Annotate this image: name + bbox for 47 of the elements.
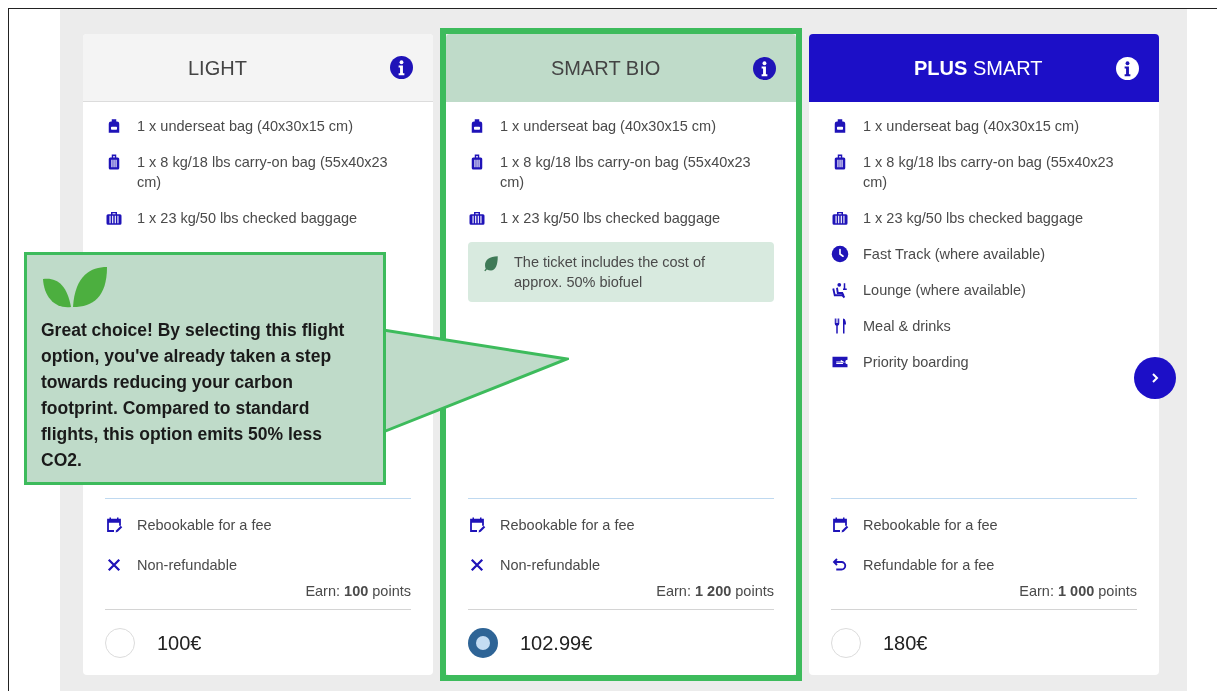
points-text: Earn: 1 000 points [1019, 582, 1137, 602]
condition-text: Rebookable for a fee [863, 516, 998, 536]
price-text: 102.99€ [520, 630, 593, 656]
info-icon[interactable] [753, 56, 776, 80]
leaves-icon [41, 267, 109, 309]
fare-title: PLUS SMART [914, 56, 1043, 81]
info-icon[interactable] [390, 56, 413, 79]
leaf-icon [482, 254, 500, 272]
condition-text: Rebookable for a fee [500, 516, 635, 536]
feature-text: 1 x 23 kg/50 lbs checked baggage [137, 209, 358, 228]
condition-text: Non-refundable [137, 556, 237, 576]
points-text: Earn: 100 points [305, 582, 411, 602]
feature-text: 1 x underseat bag (40x30x15 cm) [500, 117, 716, 136]
feature-text: 1 x 8 kg/18 lbs carry-on bag (55x40x23 cm) [500, 153, 752, 192]
luggage-icon [468, 209, 486, 227]
feature-text: 1 x underseat bag (40x30x15 cm) [863, 117, 1079, 136]
luggage-icon [831, 209, 849, 227]
feature-text: Lounge (where available) [863, 281, 1026, 300]
feature-text: Meal & drinks [863, 317, 951, 336]
fare-card[interactable] [809, 34, 1159, 675]
calendar-edit-icon [831, 516, 849, 535]
radio-button[interactable] [105, 627, 135, 658]
fare-title: LIGHT [188, 55, 247, 81]
condition-text: Non-refundable [500, 556, 600, 576]
calendar-edit-icon [105, 516, 123, 535]
info-icon[interactable] [1116, 56, 1139, 80]
feature-text: 1 x 8 kg/18 lbs carry-on bag (55x40x23 cm) [863, 153, 1115, 192]
note-text: The ticket includes the cost of approx. 50% biofuel [514, 253, 706, 292]
chevron-right-icon [1149, 372, 1161, 384]
feature-text: 1 x 23 kg/50 lbs checked baggage [863, 209, 1084, 228]
points-text: Earn: 1 200 points [656, 582, 774, 602]
radio-button[interactable] [831, 627, 861, 658]
condition-text: Refundable for a fee [863, 556, 995, 576]
feature-text: Fast Track (where available) [863, 245, 1046, 264]
feature-text: 1 x underseat bag (40x30x15 cm) [137, 117, 353, 136]
feature-text: Priority boarding [863, 353, 969, 372]
condition-text: Rebookable for a fee [137, 516, 272, 536]
price-text: 180€ [883, 630, 928, 656]
seated-person-icon [831, 281, 849, 299]
fare-title: SMART BIO [551, 56, 661, 81]
clock-icon [831, 245, 849, 263]
feature-text: 1 x 23 kg/50 lbs checked baggage [500, 209, 721, 228]
calendar-edit-icon [468, 516, 486, 535]
feature-text: 1 x 8 kg/18 lbs carry-on bag (55x40x23 cm) [137, 153, 389, 192]
radio-button[interactable] [468, 627, 498, 658]
price-text: 100€ [157, 630, 202, 656]
luggage-icon [105, 209, 123, 227]
